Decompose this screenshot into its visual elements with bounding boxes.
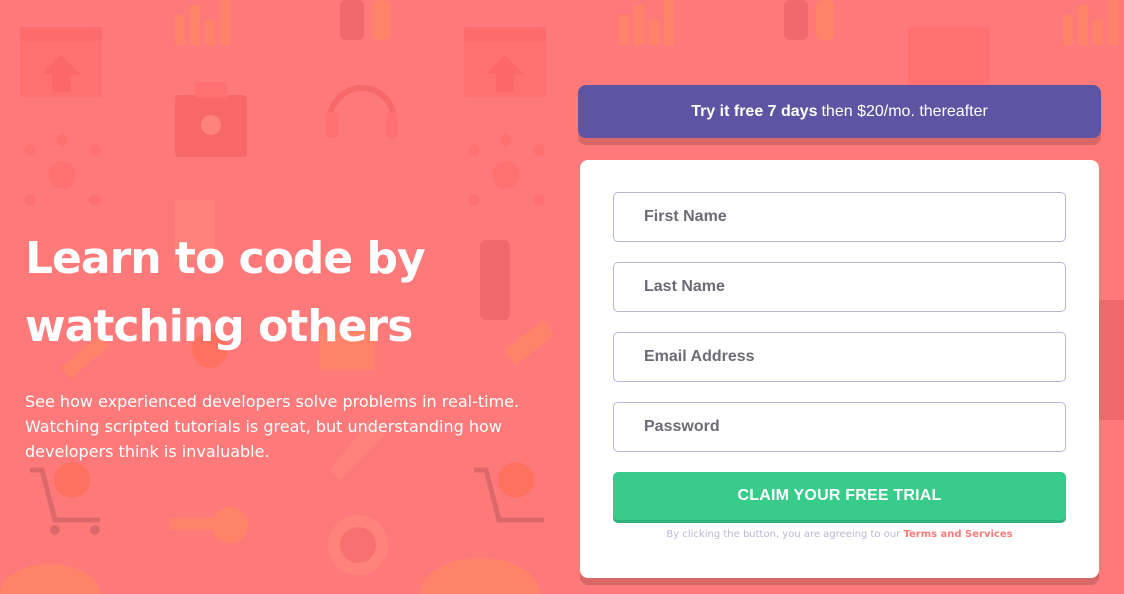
hero-title-line1: Learn to code by [25,233,426,284]
promo-banner: Try it free 7 days then $20/mo. thereaft… [578,85,1101,138]
link-icon [340,0,390,40]
network-icon [24,134,101,206]
key-icon [170,507,248,543]
last-name-field-wrapper [613,262,1066,312]
first-name-field-wrapper [613,192,1066,242]
headset-icon [326,85,398,138]
terms-prefix-text: By clicking the button, you are agreeing… [666,529,901,540]
terms-notice: By clicking the button, you are agreeing… [613,529,1066,540]
promo-rest-text: then $20/mo. thereafter [821,102,988,120]
promo-bold-text: Try it free 7 days [691,102,818,120]
hero-description: See how experienced developers solve pro… [25,392,520,461]
password-field-wrapper [613,402,1066,452]
claim-trial-button[interactable]: CLAIM YOUR FREE TRIAL [613,472,1066,520]
signup-form: CLAIM YOUR FREE TRIAL By clicking the bu… [580,160,1099,578]
browser-upload-icon [20,27,102,97]
toolbox-icon [175,82,247,157]
email-field-wrapper [613,332,1066,382]
hero-section: Learn to code by watching others See how… [25,225,545,464]
analytics-icon [175,0,230,45]
hero-title: Learn to code by watching others [25,225,545,361]
last-name-input[interactable] [644,278,1065,296]
globe-icon [328,515,388,575]
email-input[interactable] [644,348,1065,366]
password-input[interactable] [644,418,1065,436]
terms-link[interactable]: Terms and Services [903,529,1012,540]
first-name-input[interactable] [644,208,1065,226]
hero-title-line2: watching others [25,301,413,352]
